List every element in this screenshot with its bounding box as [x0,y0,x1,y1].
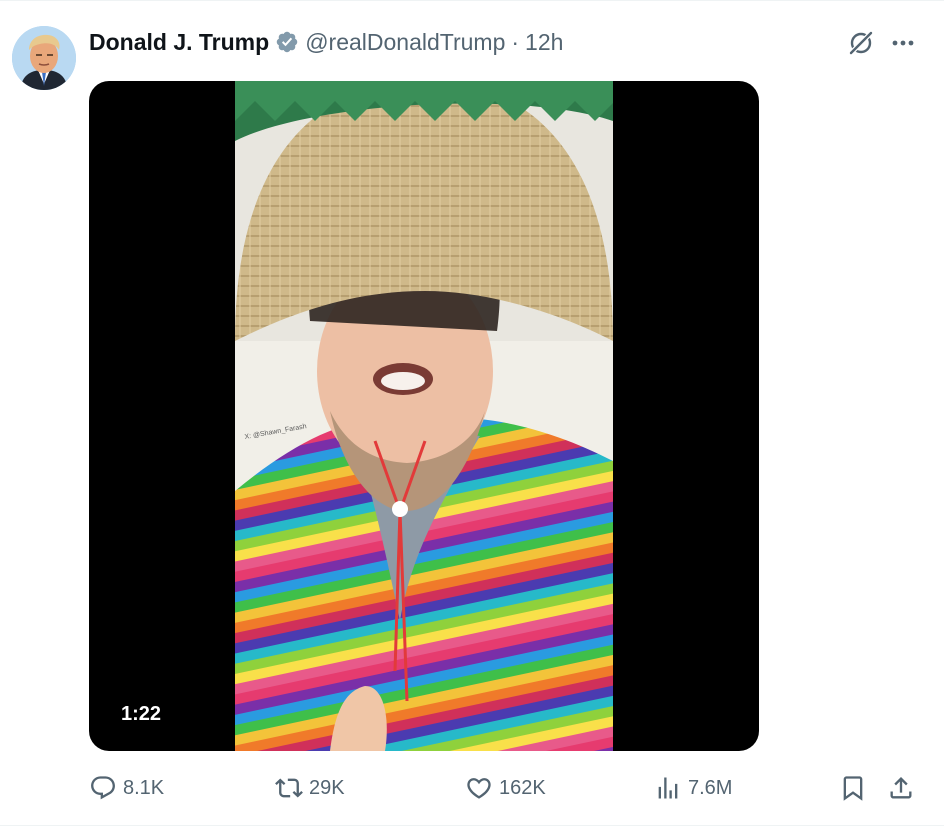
like-button[interactable]: 162K [465,771,546,805]
repost-button[interactable]: 29K [275,771,345,805]
post-header: Donald J. Trump @realDonaldTrump · 12h [89,28,563,56]
verified-badge-icon[interactable] [275,30,299,54]
views-icon [658,777,678,799]
bookmark-icon [843,776,863,801]
more-icon [892,40,914,46]
repost-count: 29K [309,776,345,799]
reply-icon [91,776,115,800]
post[interactable]: Donald J. Trump @realDonaldTrump · 12h X… [0,0,944,831]
reply-count: 8.1K [123,776,165,799]
share-button[interactable] [887,771,915,805]
bookmark-button[interactable] [839,771,867,805]
reply-button[interactable]: 8.1K [89,771,164,805]
views-button[interactable]: 7.6M [654,771,732,805]
video-duration: 1:22 [121,703,162,725]
separator-dot: · [511,28,520,55]
action-bar: 8.1K 29K 162K 7.6M [89,771,919,805]
repost-icon [275,778,303,798]
heart-icon [467,778,491,799]
avatar[interactable] [12,26,76,90]
divider [0,825,944,826]
video-player[interactable]: X: @Shawn_Farash 1:22 [89,81,759,751]
share-icon [890,777,912,799]
grok-icon [849,31,873,55]
views-count: 7.6M [688,776,733,799]
like-count: 162K [499,776,546,799]
author-handle[interactable]: @realDonaldTrump [305,29,505,56]
grok-button[interactable] [846,28,876,58]
video-thumbnail: X: @Shawn_Farash [235,81,613,751]
post-timestamp[interactable]: 12h [525,29,563,56]
more-button[interactable] [888,28,918,58]
display-name[interactable]: Donald J. Trump [89,29,269,56]
video-frame[interactable]: X: @Shawn_Farash [235,81,613,751]
